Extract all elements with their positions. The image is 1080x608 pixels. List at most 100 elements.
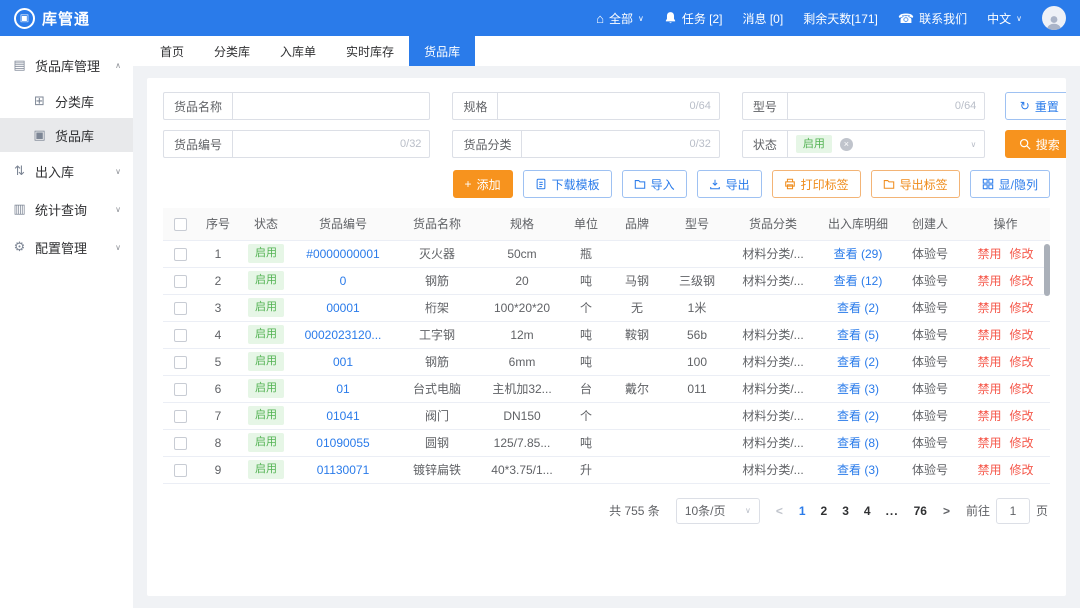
- search-button[interactable]: 搜索: [1005, 130, 1066, 158]
- page-size-select[interactable]: 10条/页 ∨: [676, 498, 760, 524]
- import-button[interactable]: 导入: [622, 170, 687, 198]
- contact-link[interactable]: ☎ 联系我们: [898, 10, 967, 27]
- disable-link[interactable]: 禁用: [977, 409, 1001, 423]
- page-number[interactable]: 4: [864, 504, 871, 518]
- sidebar-group-in-out[interactable]: ⇅ 出入库 ∨: [0, 152, 133, 190]
- row-checkbox[interactable]: [174, 356, 187, 369]
- spec-input[interactable]: [506, 99, 685, 113]
- cell-category: [729, 294, 817, 321]
- field-label: 货品编号: [163, 130, 232, 158]
- view-detail-link[interactable]: 查看 (29): [834, 247, 883, 261]
- tab-classify[interactable]: 分类库: [199, 36, 265, 66]
- edit-link[interactable]: 修改: [1010, 328, 1034, 342]
- view-detail-link[interactable]: 查看 (3): [837, 382, 879, 396]
- edit-link[interactable]: 修改: [1010, 274, 1034, 288]
- row-checkbox[interactable]: [174, 248, 187, 261]
- edit-link[interactable]: 修改: [1010, 463, 1034, 477]
- goods-code-link[interactable]: 01041: [326, 409, 359, 423]
- edit-link[interactable]: 修改: [1010, 436, 1034, 450]
- disable-link[interactable]: 禁用: [977, 247, 1001, 261]
- disable-link[interactable]: 禁用: [977, 382, 1001, 396]
- goods-code-link[interactable]: 001: [333, 355, 353, 369]
- edit-link[interactable]: 修改: [1010, 301, 1034, 315]
- user-avatar[interactable]: [1042, 6, 1066, 30]
- page-more-button[interactable]: ...: [886, 504, 899, 518]
- cell-creator: 体验号: [899, 321, 961, 348]
- view-detail-link[interactable]: 查看 (2): [837, 355, 879, 369]
- download-template-button[interactable]: 下载模板: [523, 170, 612, 198]
- disable-link[interactable]: 禁用: [977, 328, 1001, 342]
- goods-code-link[interactable]: 01090055: [316, 436, 369, 450]
- row-checkbox[interactable]: [174, 410, 187, 423]
- page-number[interactable]: 3: [842, 504, 849, 518]
- goods-code-link[interactable]: 00001: [326, 301, 359, 315]
- disable-link[interactable]: 禁用: [977, 463, 1001, 477]
- cell-status: 启用: [239, 456, 293, 483]
- goto-page-input[interactable]: [996, 498, 1030, 524]
- tasks-link[interactable]: 任务 [2]: [664, 10, 723, 27]
- cell-creator: 体验号: [899, 375, 961, 402]
- view-detail-link[interactable]: 查看 (8): [837, 436, 879, 450]
- page-number[interactable]: 76: [914, 504, 927, 518]
- edit-link[interactable]: 修改: [1010, 355, 1034, 369]
- row-checkbox[interactable]: [174, 302, 187, 315]
- view-detail-link[interactable]: 查看 (3): [837, 463, 879, 477]
- page-number[interactable]: 2: [821, 504, 828, 518]
- row-checkbox[interactable]: [174, 383, 187, 396]
- disable-link[interactable]: 禁用: [977, 274, 1001, 288]
- cell-detail: 查看 (8): [817, 429, 899, 456]
- sidebar-group-config[interactable]: ⚙ 配置管理 ∨: [0, 228, 133, 266]
- language-selector[interactable]: 中文 ∨: [987, 10, 1022, 27]
- row-checkbox[interactable]: [174, 464, 187, 477]
- goods-category-input[interactable]: [530, 137, 685, 151]
- print-label-button[interactable]: 打印标签: [772, 170, 861, 198]
- prev-page-button[interactable]: <: [776, 504, 783, 518]
- row-checkbox[interactable]: [174, 275, 187, 288]
- page-number[interactable]: 1: [799, 504, 806, 518]
- view-detail-link[interactable]: 查看 (12): [834, 274, 883, 288]
- messages-link[interactable]: 消息 [0]: [743, 10, 784, 27]
- disable-link[interactable]: 禁用: [977, 436, 1001, 450]
- export-label-button[interactable]: 导出标签: [871, 170, 960, 198]
- scope-selector[interactable]: ⌂ 全部 ∨: [596, 10, 644, 27]
- disable-link[interactable]: 禁用: [977, 355, 1001, 369]
- sidebar-group-goods-manage[interactable]: ▤ 货品库管理 ∧: [0, 46, 133, 84]
- goods-code-input[interactable]: [241, 137, 396, 151]
- goods-code-link[interactable]: #0000000001: [306, 247, 379, 261]
- table-scrollbar[interactable]: [1044, 244, 1050, 296]
- toggle-columns-button[interactable]: 显/隐列: [970, 170, 1050, 198]
- char-counter: 0/64: [689, 100, 710, 112]
- folder-icon: [634, 178, 646, 190]
- edit-link[interactable]: 修改: [1010, 247, 1034, 261]
- sidebar-item-goods[interactable]: ▣ 货品库: [0, 118, 133, 152]
- table-row: 2启用0钢筋20吨马钢三级钢材料分类/...查看 (12)体验号禁用修改: [163, 267, 1050, 294]
- view-detail-link[interactable]: 查看 (2): [837, 409, 879, 423]
- goods-code-link[interactable]: 01: [336, 382, 349, 396]
- tab-goods[interactable]: 货品库: [409, 36, 475, 66]
- tag-close-icon[interactable]: ×: [840, 138, 853, 151]
- tab-realtime-stock[interactable]: 实时库存: [331, 36, 409, 66]
- reset-button[interactable]: ↻ 重置: [1005, 92, 1066, 120]
- status-select[interactable]: 启用× ∨: [787, 130, 985, 158]
- goods-name-input[interactable]: [241, 99, 421, 113]
- model-input[interactable]: [796, 99, 951, 113]
- edit-link[interactable]: 修改: [1010, 409, 1034, 423]
- view-detail-link[interactable]: 查看 (2): [837, 301, 879, 315]
- select-all-checkbox[interactable]: [174, 218, 187, 231]
- view-detail-link[interactable]: 查看 (5): [837, 328, 879, 342]
- add-button[interactable]: + 添加: [453, 170, 513, 198]
- tab-home[interactable]: 首页: [145, 36, 199, 66]
- disable-link[interactable]: 禁用: [977, 301, 1001, 315]
- edit-link[interactable]: 修改: [1010, 382, 1034, 396]
- sidebar-item-classify[interactable]: ⊞ 分类库: [0, 84, 133, 118]
- next-page-button[interactable]: >: [943, 504, 950, 518]
- sidebar-group-stats[interactable]: ▥ 统计查询 ∨: [0, 190, 133, 228]
- export-button[interactable]: 导出: [697, 170, 762, 198]
- goods-code-link[interactable]: 0: [340, 274, 347, 288]
- row-checkbox[interactable]: [174, 329, 187, 342]
- cell-status: 启用: [239, 375, 293, 402]
- tab-inbound[interactable]: 入库单: [265, 36, 331, 66]
- goods-code-link[interactable]: 01130071: [317, 463, 370, 477]
- row-checkbox[interactable]: [174, 437, 187, 450]
- goods-code-link[interactable]: 0002023120...: [305, 328, 382, 342]
